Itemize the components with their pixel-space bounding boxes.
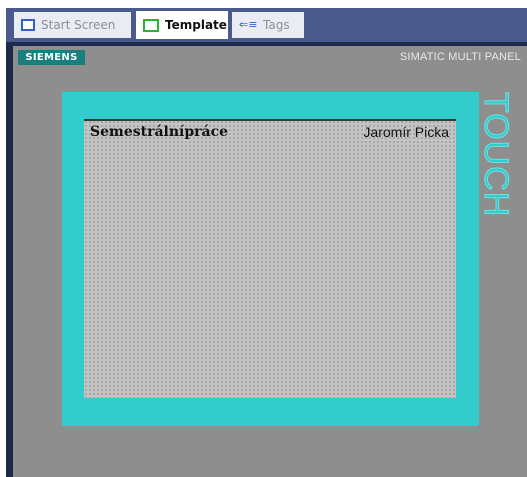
screen-title-text[interactable]: Semestrálnípráce — [90, 124, 228, 140]
tab-label: Start Screen — [41, 18, 116, 32]
siemens-logo: SIEMENS — [18, 50, 85, 65]
tab-tags[interactable]: ⇐≡ Tags — [232, 12, 304, 38]
tags-icon: ⇐≡ — [239, 18, 258, 31]
touch-label: TOUCH — [475, 92, 516, 242]
screen-author-text[interactable]: Jaromír Picka — [363, 124, 449, 140]
template-canvas[interactable] — [84, 120, 456, 398]
editor-tab-strip: Start Screen Template ⇐≡ Tags — [0, 0, 527, 42]
tab-start-screen[interactable]: Start Screen — [14, 12, 131, 38]
tab-label: Template — [165, 18, 227, 32]
touch-label-text: TOUCH — [477, 92, 516, 218]
header-divider-line — [84, 119, 456, 121]
tab-template[interactable]: Template — [136, 11, 228, 39]
model-label: SIMATIC MULTI PANEL — [399, 51, 521, 63]
tab-label: Tags — [263, 18, 290, 32]
template-icon — [143, 18, 159, 32]
screen-icon — [21, 19, 35, 31]
